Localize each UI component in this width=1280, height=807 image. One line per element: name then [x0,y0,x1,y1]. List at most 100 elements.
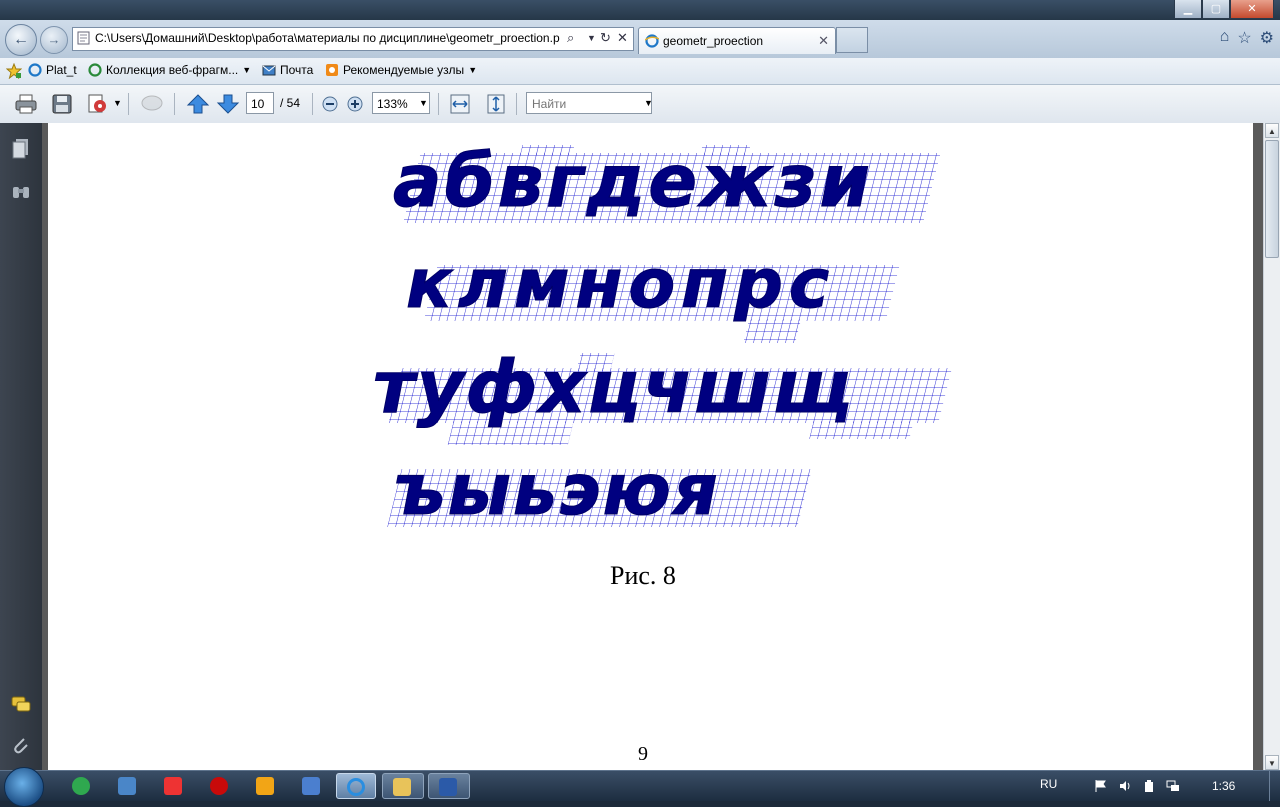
zoom-dropdown-icon[interactable]: ▼ [419,98,428,108]
letter-row: клмнопрс [405,245,836,324]
pdf-options-icon[interactable] [86,93,110,115]
favorite-item-mail[interactable]: Почта [262,63,313,77]
favorite-label: Почта [280,63,314,77]
page-icon [77,31,90,45]
refresh-icon[interactable]: ↻ [600,30,611,46]
gear-icon[interactable]: ⚙ [1260,28,1274,48]
find-input[interactable] [530,94,642,114]
taskbar-app-word[interactable] [428,773,470,799]
pdf-side-panel [0,123,42,770]
toolbar-separator [516,93,517,115]
tab-title: geometr_proection [663,34,764,48]
paperclip-icon[interactable] [10,735,32,757]
page-number-footer: 9 [638,743,648,765]
vertical-scrollbar[interactable]: ▲ ▼ [1263,123,1280,770]
media-player-icon [256,777,274,795]
ie-icon [347,778,365,796]
new-tab-button[interactable] [836,27,868,53]
back-arrow-icon[interactable]: ← [5,24,37,56]
opera-icon [210,777,228,795]
browser-navigation-bar: ← → C:\Users\Домашний\Desktop\работа\мат… [0,20,1280,58]
comment-icon[interactable] [140,93,164,115]
language-indicator[interactable]: RU [1040,777,1057,791]
ie-icon [28,63,42,77]
favorite-item-suggested-sites[interactable]: Рекомендуемые узлы ▼ [325,63,477,77]
favorites-star-icon[interactable]: ☆ [1237,28,1251,48]
clock-time[interactable]: 1:36 [1212,779,1235,793]
maximize-icon[interactable]: ▢ [1202,0,1230,19]
browser-right-icons: ⌂ ☆ ⚙ [1220,28,1274,48]
favorite-label: Рекомендуемые узлы [343,63,465,77]
show-desktop-button[interactable] [1269,771,1280,801]
fit-width-icon[interactable] [448,93,472,115]
toolbar-separator [312,93,313,115]
save-icon[interactable] [50,93,74,115]
pages-thumbnail-icon[interactable] [10,137,32,159]
stop-icon[interactable]: ✕ [617,30,628,46]
previous-page-arrow-icon[interactable] [186,93,210,115]
zoom-out-icon[interactable] [320,93,340,115]
toolbar-separator [174,93,175,115]
volume-icon[interactable] [1118,779,1132,793]
start-button[interactable] [4,767,44,807]
document-viewport[interactable]: абвгдежзи клмнопрс туфхцчшщ ъыьэюя Рис. 8 9 [42,123,1263,770]
scroll-down-arrow-icon[interactable]: ▼ [1265,755,1279,770]
pdf-page: абвгдежзи клмнопрс туфхцчшщ ъыьэюя Рис. 8 9 [48,123,1253,770]
pdf-toolbar: ▼ 10 / 54 133% ▼ ▼ [0,85,1280,124]
home-icon[interactable]: ⌂ [1220,28,1230,48]
favorite-item-web-slice-gallery[interactable]: Коллекция веб-фрагм... ▼ [88,63,251,77]
print-icon[interactable] [14,93,38,115]
address-bar[interactable]: C:\Users\Домашний\Desktop\работа\материа… [72,27,634,51]
fit-page-icon[interactable] [484,93,508,115]
find-field[interactable] [526,92,652,114]
taskbar-app-utorrent[interactable] [62,773,100,799]
word-icon [439,778,457,796]
add-favorites-star-icon[interactable] [6,63,22,79]
taskbar-app-opera[interactable] [200,773,238,799]
web-slice-icon [88,63,102,77]
letter-row: ъыьэюя [393,449,720,531]
dropdown-icon[interactable]: ▼ [587,33,596,43]
folder-icon [393,778,411,796]
chevron-down-icon: ▼ [468,65,478,75]
suggested-sites-icon [326,64,338,76]
scroll-up-arrow-icon[interactable]: ▲ [1265,123,1279,138]
zoom-in-icon[interactable] [345,93,365,115]
taskbar-app-media-player[interactable] [246,773,284,799]
tab-geometr-proection[interactable]: geometr_proection ✕ [638,27,836,54]
address-url[interactable]: C:\Users\Домашний\Desktop\работа\материа… [95,31,565,45]
chevron-down-icon: ▼ [242,65,252,75]
minimize-icon[interactable]: ▁ [1174,0,1202,19]
windows-taskbar: RU 1:36 [0,767,1280,807]
taskbar-app-internet-explorer[interactable] [336,773,376,799]
taskbar-app-yandex[interactable] [154,773,192,799]
page-total-label: / 54 [280,96,301,110]
chevron-down-icon[interactable]: ▼ [113,98,122,108]
favorite-item-plat-t[interactable]: Plat_t [28,63,77,77]
yandex-icon [164,777,182,795]
toolbar-separator [128,93,129,115]
close-icon[interactable]: ✕ [1230,0,1274,19]
flag-icon[interactable] [1094,779,1108,793]
page-number-input[interactable]: 10 [246,92,274,114]
forward-arrow-icon[interactable]: → [40,26,68,54]
close-tab-icon[interactable]: ✕ [818,33,829,49]
taskbar-app-explorer[interactable] [382,773,424,799]
taskbar-app-audio[interactable] [292,773,330,799]
letter-row: туфхцчшщ [372,345,855,429]
window-titlebar: ▁ ▢ ✕ [0,0,1280,20]
comments-icon[interactable] [10,693,32,715]
search-icon[interactable]: ⌕ [567,30,574,46]
taskbar-app-mail[interactable] [108,773,146,799]
favorite-label: Plat_t [46,63,77,77]
find-dropdown-icon[interactable]: ▼ [644,98,653,108]
utorrent-icon [72,777,90,795]
scroll-thumb[interactable] [1265,140,1279,258]
mail-icon [262,65,276,76]
power-icon[interactable] [1142,779,1156,793]
figure-caption: Рис. 8 [610,561,676,590]
next-page-arrow-icon[interactable] [216,93,240,115]
network-icon[interactable] [1166,779,1180,793]
attachments-binoculars-icon[interactable] [10,181,32,203]
mail-icon [118,777,136,795]
